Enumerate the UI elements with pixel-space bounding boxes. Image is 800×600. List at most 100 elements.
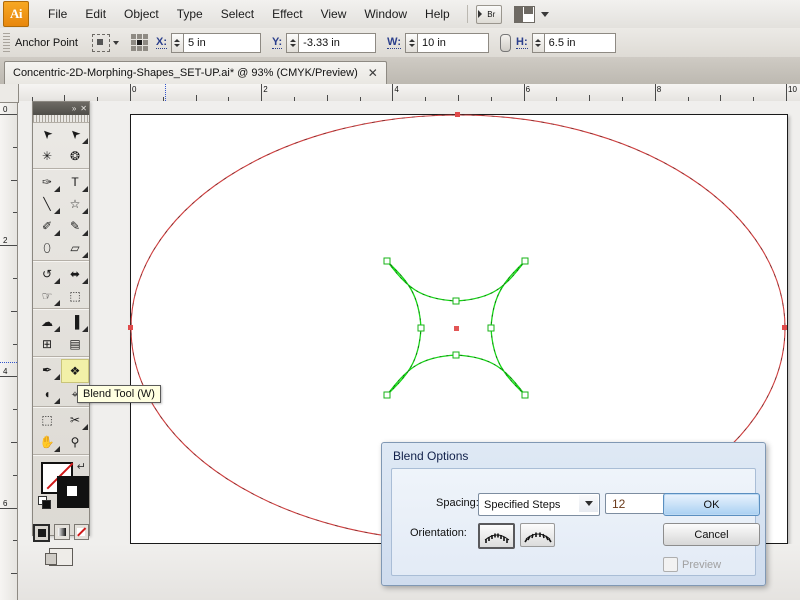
scale-tool-icon: ⬌ <box>70 268 80 280</box>
tool-live-paint-bucket-tool[interactable]: ◖ <box>33 383 61 405</box>
tool-artboard-tool[interactable]: ⬚ <box>33 409 61 431</box>
x-stepper[interactable] <box>171 33 183 53</box>
anchor-point[interactable] <box>453 352 459 358</box>
tool-eyedropper-tool[interactable]: ✒ <box>33 359 61 381</box>
tool-zoom-tool[interactable]: ⚲ <box>61 431 89 453</box>
close-icon[interactable]: ✕ <box>80 105 87 113</box>
color-mode-button[interactable] <box>33 524 50 542</box>
ruler-corner[interactable] <box>0 84 19 103</box>
anchor-point[interactable] <box>455 112 460 117</box>
chevron-down-icon[interactable] <box>113 41 119 45</box>
chevron-down-icon[interactable] <box>579 495 598 512</box>
tools-group: ➤➤✳❂ <box>33 123 89 167</box>
go-to-bridge-button[interactable]: Br <box>476 5 502 24</box>
stroke-swatch[interactable] <box>57 476 89 508</box>
menu-type[interactable]: Type <box>168 3 212 25</box>
w-stepper[interactable] <box>405 33 417 53</box>
preview-checkbox[interactable] <box>663 557 678 572</box>
x-input[interactable]: 5 in <box>183 33 261 53</box>
tool-eraser-tool[interactable]: ▱ <box>61 237 89 259</box>
tool-magic-wand-tool[interactable]: ✳ <box>33 145 61 167</box>
y-input[interactable]: -3.33 in <box>298 33 376 53</box>
menu-select[interactable]: Select <box>212 3 263 25</box>
control-bar-grip[interactable] <box>3 33 10 53</box>
horizontal-ruler[interactable]: 0246810 <box>0 84 800 102</box>
ruler-tick <box>13 475 17 476</box>
document-tab[interactable]: Concentric-2D-Morphing-Shapes_SET-UP.ai*… <box>4 61 387 84</box>
tool-column-graph-tool[interactable]: ▐ <box>61 311 89 333</box>
y-stepper[interactable] <box>286 33 298 53</box>
tool-line-segment-tool[interactable]: ╲ <box>33 193 61 215</box>
tool-symbol-sprayer-tool[interactable]: ☁ <box>33 311 61 333</box>
tool-direct-selection-tool[interactable]: ➤ <box>61 123 89 145</box>
reference-point-selector[interactable] <box>131 34 148 51</box>
screen-mode-button[interactable] <box>49 548 73 566</box>
anchor-point[interactable] <box>418 325 424 331</box>
menu-effect[interactable]: Effect <box>263 3 311 25</box>
tool-slice-tool[interactable]: ✂ <box>61 409 89 431</box>
tool-blob-brush-tool[interactable]: ⬯ <box>33 237 61 259</box>
tool-warp-tool[interactable]: ☞ <box>33 285 61 307</box>
default-fill-stroke-icon[interactable] <box>38 496 49 507</box>
gradient-mode-button[interactable] <box>54 524 69 540</box>
h-stepper[interactable] <box>532 33 544 53</box>
ruler-label: 4 <box>394 85 398 94</box>
anchor-point[interactable] <box>522 392 528 398</box>
align-to-page-button[interactable] <box>478 523 515 549</box>
center-anchor-point <box>454 326 459 331</box>
tool-free-transform-tool[interactable]: ⬚ <box>61 285 89 307</box>
gradient-tool-icon: ▤ <box>69 338 80 350</box>
tool-blend-tool[interactable]: ❖ <box>61 359 89 383</box>
menu-window[interactable]: Window <box>355 3 416 25</box>
tool-flyout-indicator-icon <box>54 278 60 284</box>
ruler-tick <box>13 540 17 541</box>
chain-link-icon[interactable] <box>500 34 511 52</box>
tool-pen-tool[interactable]: ✑ <box>33 171 61 193</box>
tool-gradient-tool[interactable]: ▤ <box>61 333 89 355</box>
collapse-icon[interactable]: » <box>72 105 76 113</box>
menu-view[interactable]: View <box>312 3 356 25</box>
arrange-documents-button[interactable] <box>514 6 549 23</box>
anchor-point[interactable] <box>522 258 528 264</box>
anchor-point[interactable] <box>128 325 133 330</box>
tools-panel-header[interactable]: » ✕ <box>33 102 89 115</box>
steps-input[interactable]: 12 <box>605 493 667 514</box>
menu-edit[interactable]: Edit <box>76 3 115 25</box>
spacing-dropdown[interactable]: Specified Steps <box>478 493 600 516</box>
tool-flyout-indicator-icon <box>54 208 60 214</box>
menu-object[interactable]: Object <box>115 3 168 25</box>
tool-star-tool[interactable]: ☆ <box>61 193 89 215</box>
anchor-point[interactable] <box>453 298 459 304</box>
anchor-point[interactable] <box>384 392 390 398</box>
reference-point-icon[interactable] <box>92 34 110 52</box>
swap-fill-stroke-icon[interactable]: ↵ <box>77 460 86 473</box>
ruler-tick <box>11 311 17 312</box>
tool-type-tool[interactable]: T <box>61 171 89 193</box>
tool-hand-tool[interactable]: ✋ <box>33 431 61 453</box>
w-input[interactable]: 10 in <box>417 33 489 53</box>
cancel-button[interactable]: Cancel <box>663 523 760 546</box>
none-mode-button[interactable] <box>74 524 89 540</box>
tool-pencil-tool[interactable]: ✎ <box>61 215 89 237</box>
tool-mesh-tool[interactable]: ⊞ <box>33 333 61 355</box>
tool-lasso-tool[interactable]: ❂ <box>61 145 89 167</box>
ruler-tick <box>655 84 656 101</box>
close-icon[interactable]: ✕ <box>368 67 378 79</box>
ok-button[interactable]: OK <box>663 493 760 516</box>
vertical-ruler[interactable]: 0246 <box>0 84 18 600</box>
tool-rotate-tool[interactable]: ↺ <box>33 263 61 285</box>
tool-selection-tool[interactable]: ➤ <box>33 123 61 145</box>
tool-paintbrush-tool[interactable]: ✐ <box>33 215 61 237</box>
anchor-point[interactable] <box>488 325 494 331</box>
menu-file[interactable]: File <box>39 3 76 25</box>
anchor-point[interactable] <box>384 258 390 264</box>
h-input[interactable]: 6.5 in <box>544 33 616 53</box>
align-to-path-button[interactable] <box>520 523 555 547</box>
tools-panel-grip[interactable] <box>33 115 89 123</box>
menu-help[interactable]: Help <box>416 3 459 25</box>
tool-scale-tool[interactable]: ⬌ <box>61 263 89 285</box>
ruler-tick <box>0 114 17 115</box>
y-label: Y: <box>272 37 282 49</box>
anchor-point[interactable] <box>782 325 787 330</box>
document-tab-bar: Concentric-2D-Morphing-Shapes_SET-UP.ai*… <box>0 57 800 85</box>
